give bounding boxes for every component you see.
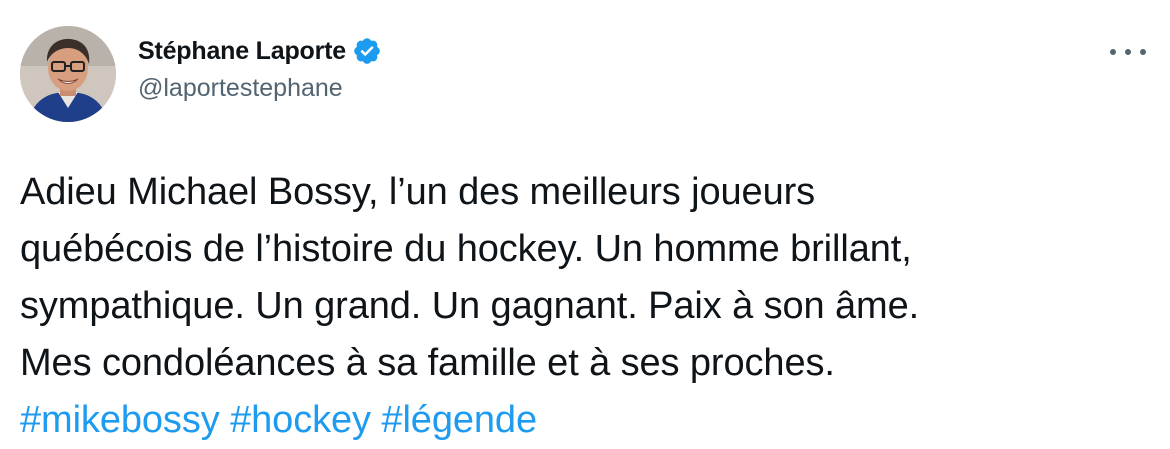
author-display-name[interactable]: Stéphane Laporte (138, 37, 346, 66)
author-handle[interactable]: @laportestephane (138, 74, 382, 103)
author-name-row: Stéphane Laporte (138, 34, 382, 68)
more-dot (1140, 49, 1146, 55)
verified-badge-icon (352, 36, 382, 66)
tweet-text-line: québécois de l’histoire du hockey. Un ho… (20, 228, 912, 270)
avatar-photo-icon (20, 26, 116, 122)
more-dot (1125, 49, 1131, 55)
hashtag-link[interactable]: #légende (381, 399, 537, 441)
hashtag-link[interactable]: #mikebossy (20, 399, 220, 441)
hashtag-row: #mikebossy #hockey #légende (20, 392, 1150, 449)
more-options-icon[interactable] (1110, 40, 1146, 64)
more-dot (1110, 49, 1116, 55)
tweet-card: Stéphane Laporte @laportestephane Adieu … (0, 0, 1170, 446)
author-block: Stéphane Laporte @laportestephane (138, 34, 382, 103)
hashtag-link[interactable]: #hockey (230, 399, 371, 441)
tweet-text-line: Adieu Michael Bossy, l’un des meilleurs … (20, 171, 816, 213)
tweet-text-line: Mes condoléances à sa famille et à ses p… (20, 342, 835, 384)
tweet-text-line: sympathique. Un grand. Un gagnant. Paix … (20, 285, 920, 327)
author-avatar[interactable] (20, 26, 116, 122)
tweet-text: Adieu Michael Bossy, l’un des meilleurs … (20, 164, 1150, 449)
